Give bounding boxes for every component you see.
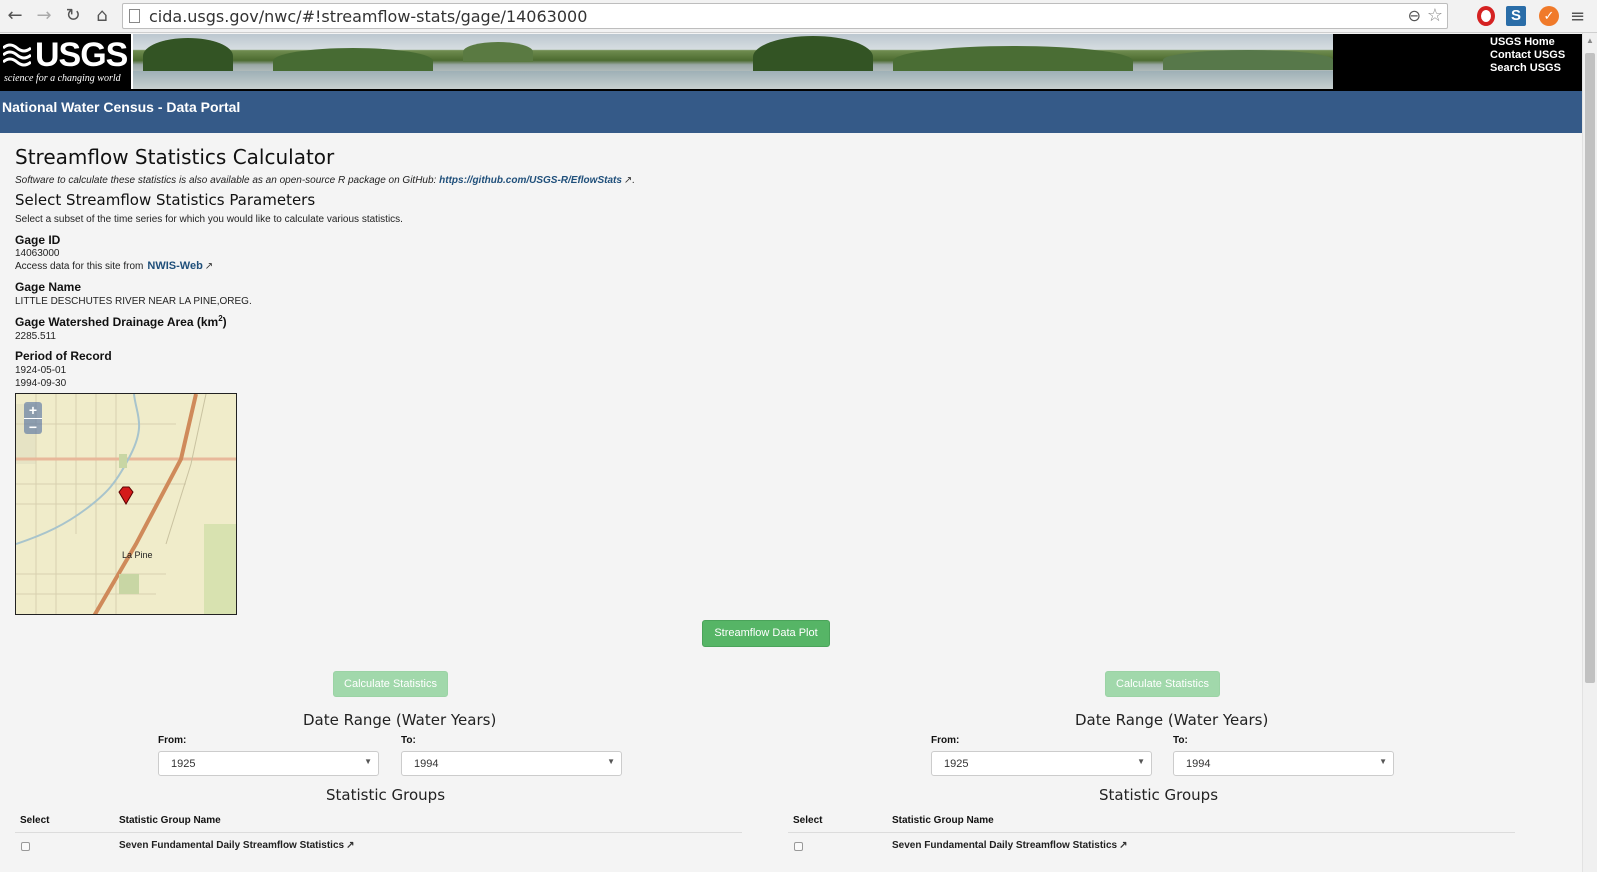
plugin-extension-icon[interactable]: ✓ (1539, 6, 1559, 26)
group-name-column-header-right: Statistic Group Name (892, 815, 994, 826)
drainage-area-label-text: Gage Watershed Drainage Area (km (15, 315, 219, 329)
home-icon[interactable]: ⌂ (91, 5, 113, 27)
usgs-tagline: science for a changing world (4, 73, 121, 84)
period-label: Period of Record (15, 349, 112, 363)
from-year-select-right[interactable]: 1925 ▼ (931, 751, 1152, 776)
gage-name-label: Gage Name (15, 280, 82, 294)
external-link-icon: ↗ (1119, 840, 1128, 851)
to-label-left: To: (401, 735, 416, 746)
date-range-title-left: Date Range (Water Years) (303, 711, 497, 729)
from-year-value-right: 1925 (944, 758, 969, 770)
note-prefix: Software to calculate these statistics i… (15, 175, 440, 186)
group-name-left[interactable]: Seven Fundamental Daily Streamflow Stati… (119, 840, 354, 851)
from-year-value-left: 1925 (171, 758, 196, 770)
browser-toolbar: ← → ↻ ⌂ cida.usgs.gov/nwc/#!streamflow-s… (0, 0, 1597, 33)
streamflow-data-plot-button[interactable]: Streamflow Data Plot (702, 620, 830, 647)
portal-title[interactable]: National Water Census - Data Portal (2, 99, 240, 115)
page-icon (129, 9, 140, 23)
software-note: Software to calculate these statistics i… (15, 175, 635, 186)
from-year-select-left[interactable]: 1925 ▼ (158, 751, 379, 776)
to-year-select-right[interactable]: 1994 ▼ (1173, 751, 1394, 776)
group-name-right[interactable]: Seven Fundamental Daily Streamflow Stati… (892, 840, 1127, 851)
nwis-access-line: Access data for this site from NWIS-Web ↗ (15, 260, 213, 272)
usgs-home-link[interactable]: USGS Home (1490, 36, 1565, 49)
calculate-statistics-button-right[interactable]: Calculate Statistics (1105, 671, 1220, 697)
access-prefix: Access data for this site from (15, 261, 144, 272)
statistic-groups-title-left: Statistic Groups (326, 786, 446, 804)
from-label-right: From: (931, 735, 960, 746)
to-year-select-left[interactable]: 1994 ▼ (401, 751, 622, 776)
group-name-text-right: Seven Fundamental Daily Streamflow Stati… (892, 840, 1118, 851)
drainage-area-label-end: ) (222, 315, 227, 329)
gage-marker-icon[interactable] (117, 486, 135, 506)
period-end: 1994-09-30 (15, 378, 67, 389)
search-usgs-link[interactable]: Search USGS (1490, 62, 1565, 75)
calculate-statistics-button-left[interactable]: Calculate Statistics (333, 671, 448, 697)
dropdown-caret-icon: ▼ (1379, 757, 1387, 766)
usgs-banner: USGS science for a changing world USGS H… (0, 34, 1582, 89)
select-column-header-right: Select (793, 815, 823, 826)
map-place-label: La Pine (122, 550, 153, 560)
zoom-in-button[interactable]: + (24, 402, 42, 418)
group-checkbox-left[interactable] (21, 842, 30, 851)
back-arrow-icon[interactable]: ← (4, 5, 26, 27)
river-banner-image (133, 34, 1333, 89)
zoom-icon[interactable]: ⊖ (1408, 6, 1421, 25)
s-extension-icon[interactable]: S (1506, 6, 1526, 26)
group-name-column-header-left: Statistic Group Name (119, 815, 221, 826)
bookmark-star-icon[interactable]: ☆ (1427, 5, 1443, 26)
group-name-text-left: Seven Fundamental Daily Streamflow Stati… (119, 840, 345, 851)
url-text[interactable]: cida.usgs.gov/nwc/#!streamflow-stats/gag… (149, 7, 587, 26)
statistic-groups-title-right: Statistic Groups (1099, 786, 1219, 804)
address-bar[interactable]: cida.usgs.gov/nwc/#!streamflow-stats/gag… (122, 3, 1448, 29)
opera-extension-icon[interactable] (1477, 6, 1495, 26)
usgs-logo-text: USGS (35, 36, 128, 74)
date-range-title-right: Date Range (Water Years) (1075, 711, 1269, 729)
table-divider-left (15, 832, 742, 833)
external-link-icon: ↗ (204, 261, 214, 272)
from-label-left: From: (158, 735, 187, 746)
usgs-waves-icon (3, 43, 31, 67)
scrollbar-thumb[interactable] (1585, 53, 1595, 683)
to-year-value-left: 1994 (414, 758, 439, 770)
page-title: Streamflow Statistics Calculator (15, 145, 335, 169)
browser-menu-icon[interactable]: ≡ (1570, 6, 1585, 27)
external-link-icon: ↗ (346, 840, 355, 851)
zoom-out-button[interactable]: − (24, 418, 42, 435)
map-zoom-control: + − (24, 402, 42, 435)
contact-usgs-link[interactable]: Contact USGS (1490, 49, 1565, 62)
dropdown-caret-icon: ▼ (1137, 757, 1145, 766)
gage-id-value: 14063000 (15, 248, 60, 259)
to-label-right: To: (1173, 735, 1188, 746)
period-start: 1924-05-01 (15, 365, 67, 376)
drainage-area-label: Gage Watershed Drainage Area (km2) (15, 314, 227, 329)
scroll-up-icon[interactable]: ▲ (1586, 36, 1594, 45)
group-checkbox-right[interactable] (794, 842, 803, 851)
gage-name-value: LITTLE DESCHUTES RIVER NEAR LA PINE,OREG… (15, 296, 252, 307)
forward-arrow-icon[interactable]: → (33, 5, 55, 27)
drainage-area-value: 2285.511 (15, 331, 56, 342)
gage-id-label: Gage ID (15, 233, 61, 247)
nwis-web-link[interactable]: NWIS-Web (147, 260, 202, 272)
banner-links: USGS Home Contact USGS Search USGS (1490, 36, 1565, 75)
github-link[interactable]: https://github.com/USGS-R/EflowStats (439, 175, 622, 186)
params-subtitle: Select a subset of the time series for w… (15, 214, 403, 225)
dropdown-caret-icon: ▼ (607, 757, 615, 766)
table-divider-right (788, 832, 1515, 833)
page-scrollbar[interactable]: ▲ (1582, 33, 1597, 872)
usgs-logo[interactable]: USGS science for a changing world (0, 34, 133, 89)
reload-icon[interactable]: ↻ (62, 5, 84, 27)
to-year-value-right: 1994 (1186, 758, 1211, 770)
select-column-header-left: Select (20, 815, 50, 826)
dropdown-caret-icon: ▼ (364, 757, 372, 766)
gage-location-map[interactable]: La Pine + − (15, 393, 237, 615)
params-heading: Select Streamflow Statistics Parameters (15, 191, 316, 209)
note-suffix: . (632, 175, 636, 186)
portal-title-bar: National Water Census - Data Portal (0, 89, 1582, 133)
